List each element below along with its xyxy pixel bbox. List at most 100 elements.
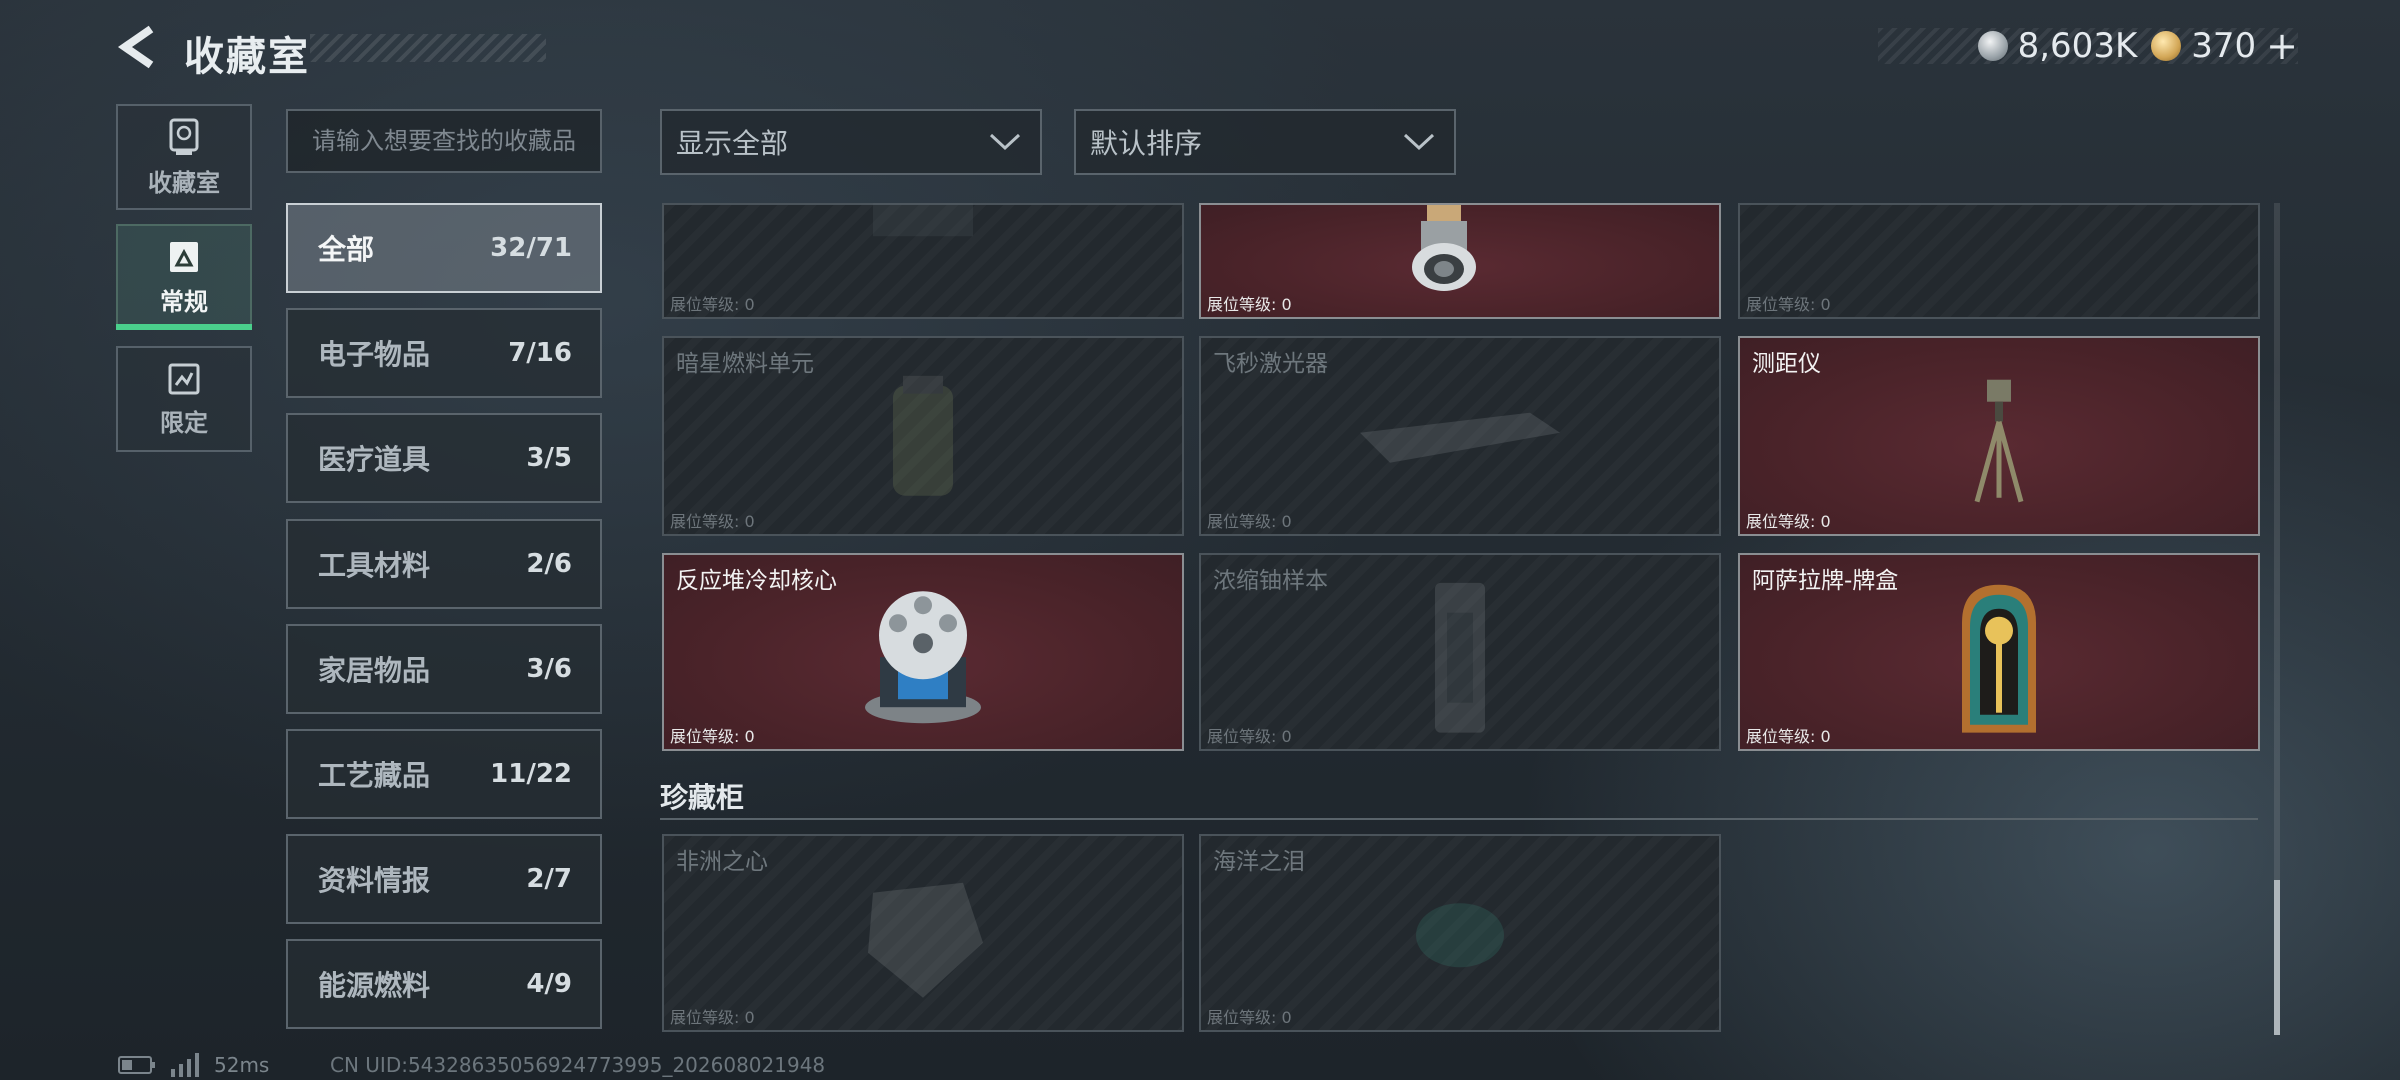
chevron-down-icon [1403,133,1435,151]
item-image [1412,205,1476,291]
category-count: 3/5 [526,443,572,473]
collectible-card[interactable]: 海洋之泪 展位等级: 0 [1199,834,1721,1032]
item-name: 浓缩铀样本 [1213,568,1328,594]
back-button[interactable] [112,22,162,72]
category-crafts[interactable]: 工艺藏品 11/22 [286,729,602,819]
search-input[interactable] [310,126,594,156]
item-name: 暗星燃料单元 [676,351,814,377]
item-name: 阿萨拉牌-牌盒 [1752,568,1899,594]
collectible-card[interactable]: 展位等级: 0 [1738,203,2260,319]
category-medical[interactable]: 医疗道具 3/5 [286,413,602,503]
item-image [853,873,993,1007]
silver-currency-value: 8,603K [2017,26,2138,66]
category-count: 32/71 [490,233,572,263]
category-name: 家居物品 [318,654,431,687]
item-name: 测距仪 [1752,351,1821,377]
category-name: 全部 [318,233,375,266]
collectible-card[interactable]: 反应堆冷却核心 展位等级: 0 [662,553,1184,751]
title-decoration [310,34,546,62]
item-image [1969,376,2029,510]
signal-icon [171,1053,199,1077]
item-name: 海洋之泪 [1213,849,1305,875]
booth-level: 展位等级: 0 [670,1008,755,1027]
booth-level: 展位等级: 0 [1746,727,1831,746]
gold-coin-icon [2151,31,2182,61]
booth-level: 展位等级: 0 [1207,1008,1292,1027]
uid-label: CN UID:5432863505692477399​5_20260802194… [330,1053,826,1077]
rail-label: 限定 [160,408,208,437]
collectible-card[interactable]: 非洲之心 展位等级: 0 [662,834,1184,1032]
category-name: 资料情报 [318,864,431,897]
card-icon [170,241,198,272]
booth-level: 展位等级: 0 [1207,727,1292,746]
scrollbar-thumb[interactable] [2274,880,2280,1035]
status-bar: 52ms [118,1052,269,1078]
category-all[interactable]: 全部 32/71 [286,203,602,293]
battery-icon [118,1056,155,1074]
booth-level: 展位等级: 0 [1746,512,1831,531]
item-image [853,203,993,250]
display-filter-dropdown[interactable]: 显示全部 [660,109,1042,175]
rail-label: 常规 [160,287,208,316]
sort-dropdown[interactable]: 默认排序 [1074,109,1456,175]
currency-bar: 8,603K 370 + [1878,24,2298,68]
category-count: 11/22 [490,759,572,789]
item-name: 飞秒激光器 [1213,351,1328,377]
booth-level: 展位等级: 0 [670,727,755,746]
category-count: 2/6 [526,549,572,579]
category-count: 3/6 [526,654,572,684]
category-name: 工艺藏品 [318,759,431,792]
section-divider [660,818,2258,820]
booth-level: 展位等级: 0 [1207,512,1292,531]
item-image [1425,582,1495,737]
item-name: 反应堆冷却核心 [676,568,837,594]
ping-value: 52ms [214,1053,270,1077]
collectible-card[interactable]: 飞秒激光器 展位等级: 0 [1199,336,1721,536]
item-image [1350,403,1570,477]
category-energy[interactable]: 能源燃料 4/9 [286,939,602,1029]
collectible-card[interactable]: 展位等级: 0 [662,203,1184,319]
collectible-card[interactable]: 阿萨拉牌-牌盒 展位等级: 0 [1738,553,2260,751]
booth-level: 展位等级: 0 [1207,295,1292,314]
collectible-card[interactable]: 展位等级: 0 [1199,203,1721,319]
gold-currency[interactable]: 370 + [2151,24,2298,68]
rail-collection-room[interactable]: 收藏室 [116,104,252,210]
search-box[interactable] [286,109,602,173]
category-household[interactable]: 家居物品 3/6 [286,624,602,714]
collectible-card[interactable]: 测距仪 展位等级: 0 [1738,336,2260,536]
booth-level: 展位等级: 0 [1746,295,1831,314]
gold-currency-value: 370 [2191,26,2257,66]
category-name: 电子物品 [318,338,431,371]
section-title: 珍藏柜 [660,781,745,814]
display-filter-value: 显示全部 [676,127,789,160]
category-count: 7/16 [508,338,572,368]
category-name: 医疗道具 [318,443,431,476]
category-count: 4/9 [526,969,572,999]
category-name: 能源燃料 [318,969,431,1002]
active-indicator [116,324,252,330]
limited-icon [168,363,200,394]
chevron-down-icon [989,133,1021,151]
item-image [1954,583,2044,737]
silver-currency[interactable]: 8,603K [1977,26,2138,66]
rail-label: 收藏室 [148,168,220,197]
item-image [858,587,988,731]
item-name: 非洲之心 [676,849,768,875]
category-count: 2/7 [526,864,572,894]
category-tools[interactable]: 工具材料 2/6 [286,519,602,609]
booth-level: 展位等级: 0 [670,512,755,531]
booth-level: 展位等级: 0 [670,295,755,314]
rail-regular[interactable]: 常规 [116,224,252,330]
category-intel[interactable]: 资料情报 2/7 [286,834,602,924]
sort-value: 默认排序 [1090,127,1203,160]
category-name: 工具材料 [318,549,431,582]
category-electronics[interactable]: 电子物品 7/16 [286,308,602,398]
rail-limited[interactable]: 限定 [116,346,252,452]
collectible-card[interactable]: 浓缩铀样本 展位等级: 0 [1199,553,1721,751]
page-title: 收藏室 [184,34,310,80]
trophy-icon [169,118,199,155]
silver-coin-icon [1977,31,2008,61]
collectible-card[interactable]: 暗星燃料单元 展位等级: 0 [662,336,1184,536]
item-image [1410,895,1510,979]
gold-currency-plus[interactable]: + [2266,24,2298,68]
